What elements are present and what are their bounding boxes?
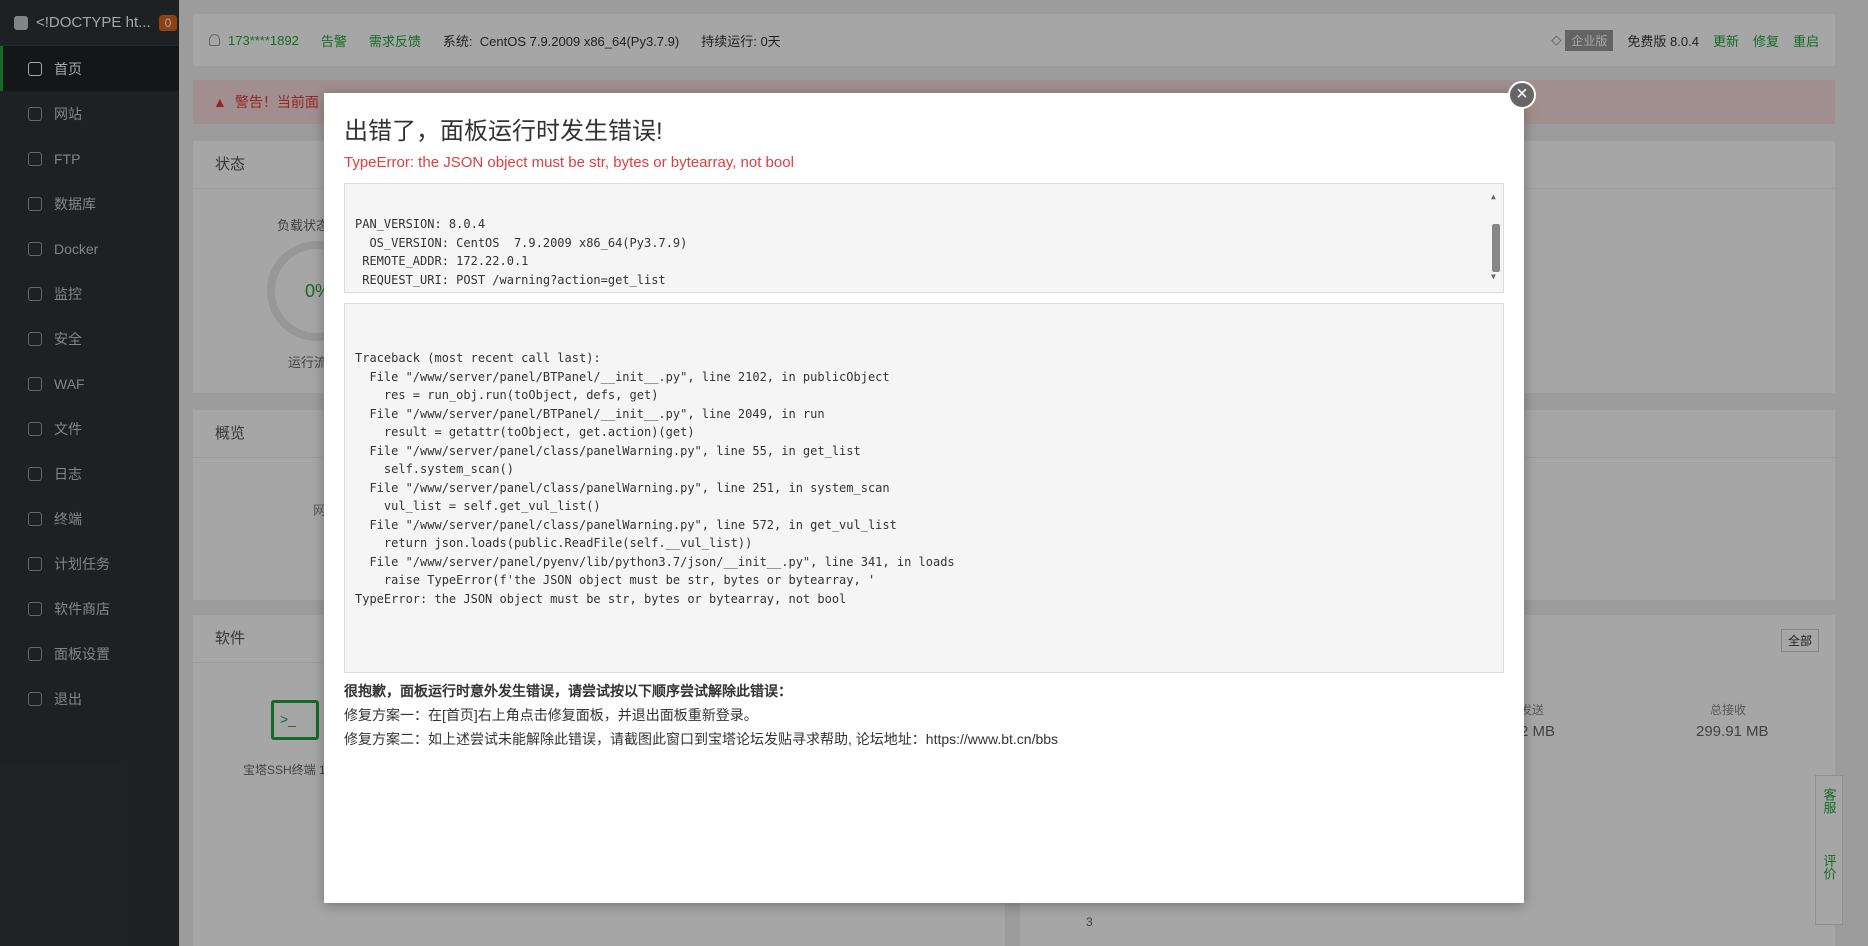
fix-two: 修复方案二：如上述尝试未能解除此错误，请截图此窗口到宝塔论坛发贴寻求帮助, 论坛… (344, 731, 1059, 747)
traceback-box[interactable]: Traceback (most recent call last): File … (344, 303, 1504, 673)
help-section: 很抱歉，面板运行时意外发生错误，请尝试按以下顺序尝试解除此错误： 修复方案一：在… (344, 679, 1504, 751)
scroll-up-icon[interactable]: ▲ (1491, 188, 1496, 207)
fix-one: 修复方案一：在[首页]右上角点击修复面板，并退出面板重新登录。 (344, 707, 758, 723)
env-info-text: PAN_VERSION: 8.0.4 OS_VERSION: CentOS 7.… (355, 217, 688, 292)
env-scrollbar[interactable]: ▲ ▼ (1491, 188, 1501, 286)
close-icon[interactable]: × (1508, 81, 1536, 109)
help-title: 很抱歉，面板运行时意外发生错误，请尝试按以下顺序尝试解除此错误： (344, 683, 792, 699)
dialog-title: 出错了，面板运行时发生错误! (344, 118, 663, 145)
env-info-box[interactable]: PAN_VERSION: 8.0.4 OS_VERSION: CentOS 7.… (344, 183, 1504, 293)
error-dialog: 出错了，面板运行时发生错误! TypeError: the JSON objec… (324, 93, 1524, 903)
error-summary: TypeError: the JSON object must be str, … (344, 154, 794, 171)
traceback-text: Traceback (most recent call last): File … (355, 351, 955, 606)
scroll-down-icon[interactable]: ▼ (1491, 268, 1496, 287)
scroll-thumb[interactable] (1492, 224, 1500, 272)
